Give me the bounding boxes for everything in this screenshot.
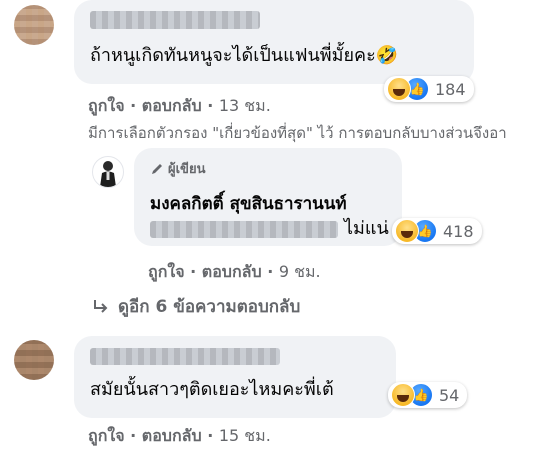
haha-icon [395,219,419,243]
like-link[interactable]: ถูกใจ [88,426,125,445]
reaction-count: 418 [443,221,474,241]
like-link[interactable]: ถูกใจ [88,96,125,115]
timestamp[interactable]: 13 ชม. [219,96,271,115]
reaction-count: 184 [435,79,466,99]
commenter-avatar[interactable] [14,340,54,380]
reaction-summary[interactable]: 👍 54 [388,382,468,408]
haha-icon [391,383,415,407]
redacted-commenter-name[interactable] [90,348,280,365]
reaction-summary[interactable]: 👍 184 [384,76,474,102]
commenter-avatar[interactable] [14,5,54,45]
like-link[interactable]: ถูกใจ [148,262,185,281]
separator: · [190,262,197,281]
comment-actions: ถูกใจ · ตอบกลับ · 13 ชม. [88,94,271,119]
separator: · [130,96,137,115]
reaction-count: 54 [439,385,460,405]
reply-link[interactable]: ตอบกลับ [202,262,262,281]
reply-link[interactable]: ตอบกลับ [142,96,202,115]
filter-notice: มีการเลือกตัวกรอง "เกี่ยวข้องที่สุด" ไว้… [88,124,507,142]
separator: · [130,426,137,445]
timestamp[interactable]: 15 ชม. [219,426,271,445]
reply-link[interactable]: ตอบกลับ [142,426,202,445]
author-avatar[interactable] [92,156,124,188]
person-silhouette-icon [100,161,116,187]
view-more-replies[interactable]: ดูอีก 6 ข้อความตอบกลับ [92,293,300,320]
comment-bubble: ถ้าหนูเกิดทันหนูจะได้เป็นแฟนพี่มั้ยคะ🤣 [74,0,474,84]
redacted-mention[interactable] [150,221,338,238]
view-more-label[interactable]: ดูอีก 6 ข้อความตอบกลับ [118,293,300,320]
separator: · [207,426,214,445]
haha-icon [387,77,411,101]
comment-actions: ถูกใจ · ตอบกลับ · 15 ชม. [88,424,271,449]
author-badge: ผู้เขียน [150,158,205,179]
comment-bubble: สมัยนั้นสาวๆติดเยอะไหมคะพี่เต้ [74,336,396,418]
comment-text: สมัยนั้นสาวๆติดเยอะไหมคะพี่เต้ [90,379,334,400]
reply-arrow-icon [94,299,108,313]
reaction-summary[interactable]: 👍 418 [392,218,482,244]
reply-actions: ถูกใจ · ตอบกลับ · 9 ชม. [148,260,321,285]
timestamp[interactable]: 9 ชม. [279,262,321,281]
pencil-icon [152,163,162,174]
comment-text: ถ้าหนูเกิดทันหนูจะได้เป็นแฟนพี่มั้ยคะ🤣 [90,45,399,66]
author-name[interactable]: มงคลกิตติ์ สุขสินธารานนท์ [150,190,347,217]
reply-text: ไม่แน่ [344,218,389,239]
separator: · [267,262,274,281]
separator: · [207,96,214,115]
redacted-commenter-name[interactable] [90,11,260,29]
reply-bubble: ผู้เขียน มงคลกิตติ์ สุขสินธารานนท์ ไม่แน… [134,148,402,246]
